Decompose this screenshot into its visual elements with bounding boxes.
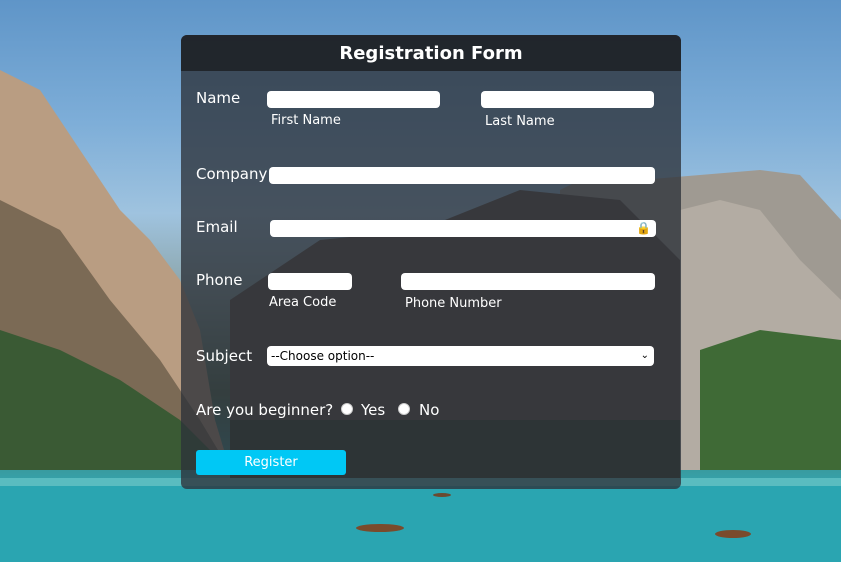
first-name-hint: First Name <box>271 113 341 128</box>
subject-label: Subject <box>196 347 253 365</box>
subject-select[interactable]: --Choose option-- ⌄ <box>267 346 654 366</box>
phone-number-hint: Phone Number <box>405 296 502 311</box>
area-code-input[interactable] <box>268 273 352 290</box>
no-radio-label: No <box>419 401 440 419</box>
email-label: Email <box>196 218 238 236</box>
company-input[interactable] <box>269 167 655 184</box>
subject-selected-value: --Choose option-- <box>271 349 375 363</box>
beginner-question: Are you beginner? <box>196 401 334 419</box>
phone-label: Phone <box>196 271 243 289</box>
email-input[interactable]: 🔒 <box>270 220 656 237</box>
yes-radio-label: Yes <box>361 401 386 419</box>
no-radio[interactable] <box>398 403 410 415</box>
yes-radio[interactable] <box>341 403 353 415</box>
name-label: Name <box>196 89 241 107</box>
first-name-input[interactable] <box>267 91 440 108</box>
register-button[interactable]: Register <box>196 450 346 475</box>
area-code-hint: Area Code <box>269 295 337 310</box>
form-title: Registration Form <box>181 35 681 71</box>
last-name-hint: Last Name <box>485 114 555 129</box>
last-name-input[interactable] <box>481 91 654 108</box>
chevron-down-icon: ⌄ <box>640 350 649 361</box>
company-label: Company <box>196 165 268 183</box>
lock-icon: 🔒 <box>636 221 651 235</box>
phone-number-input[interactable] <box>401 273 655 290</box>
